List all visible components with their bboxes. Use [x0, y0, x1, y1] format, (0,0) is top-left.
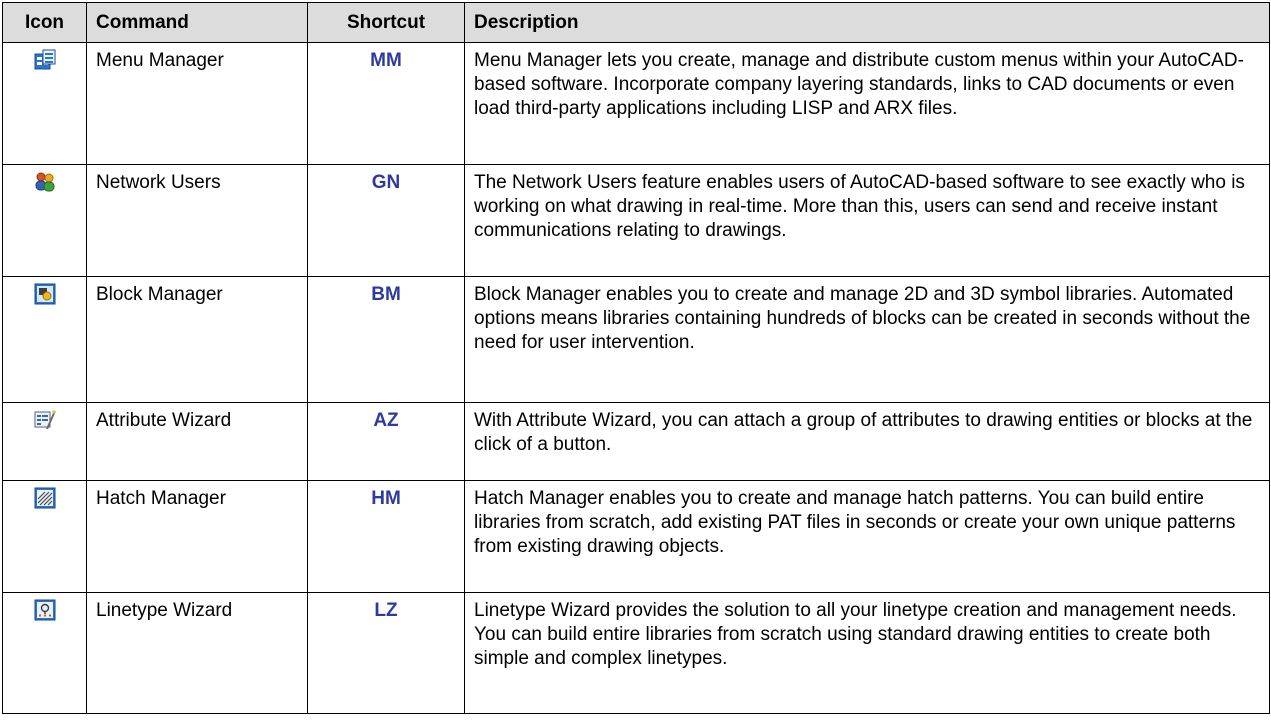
table-row: Network Users GN The Network Users featu… — [2, 164, 1270, 277]
icon-cell — [2, 276, 87, 403]
attribute-wizard-icon — [34, 409, 56, 431]
command-name: Network Users — [86, 164, 308, 277]
description: With Attribute Wizard, you can attach a … — [464, 402, 1270, 481]
header-shortcut: Shortcut — [307, 2, 465, 43]
command-name: Hatch Manager — [86, 480, 308, 593]
block-manager-icon — [34, 283, 56, 305]
description: Linetype Wizard provides the solution to… — [464, 592, 1270, 714]
command-name: Block Manager — [86, 276, 308, 403]
shortcut: AZ — [307, 402, 465, 481]
icon-cell — [2, 164, 87, 277]
shortcut: HM — [307, 480, 465, 593]
shortcut: BM — [307, 276, 465, 403]
description: Menu Manager lets you create, manage and… — [464, 42, 1270, 165]
menu-manager-icon — [34, 49, 56, 71]
shortcut: GN — [307, 164, 465, 277]
hatch-manager-icon — [34, 487, 56, 509]
header-icon: Icon — [2, 2, 87, 43]
shortcut: LZ — [307, 592, 465, 714]
network-users-icon — [34, 171, 56, 193]
table-row: Block Manager BM Block Manager enables y… — [2, 276, 1270, 403]
icon-cell — [2, 480, 87, 593]
header-description: Description — [464, 2, 1270, 43]
description: Block Manager enables you to create and … — [464, 276, 1270, 403]
header-command: Command — [86, 2, 308, 43]
table-row: Linetype Wizard LZ Linetype Wizard provi… — [2, 592, 1270, 714]
table-row: Hatch Manager HM Hatch Manager enables y… — [2, 480, 1270, 593]
description: Hatch Manager enables you to create and … — [464, 480, 1270, 593]
icon-cell — [2, 592, 87, 714]
header-row: Icon Command Shortcut Description — [2, 2, 1270, 43]
description: The Network Users feature enables users … — [464, 164, 1270, 277]
icon-cell — [2, 402, 87, 481]
shortcut: MM — [307, 42, 465, 165]
command-table: Icon Command Shortcut Description Menu M… — [2, 2, 1270, 714]
command-name: Menu Manager — [86, 42, 308, 165]
table-row: Menu Manager MM Menu Manager lets you cr… — [2, 42, 1270, 165]
command-name: Attribute Wizard — [86, 402, 308, 481]
icon-cell — [2, 42, 87, 165]
table-row: Attribute Wizard AZ With Attribute Wizar… — [2, 402, 1270, 481]
linetype-wizard-icon — [34, 599, 56, 621]
command-name: Linetype Wizard — [86, 592, 308, 714]
